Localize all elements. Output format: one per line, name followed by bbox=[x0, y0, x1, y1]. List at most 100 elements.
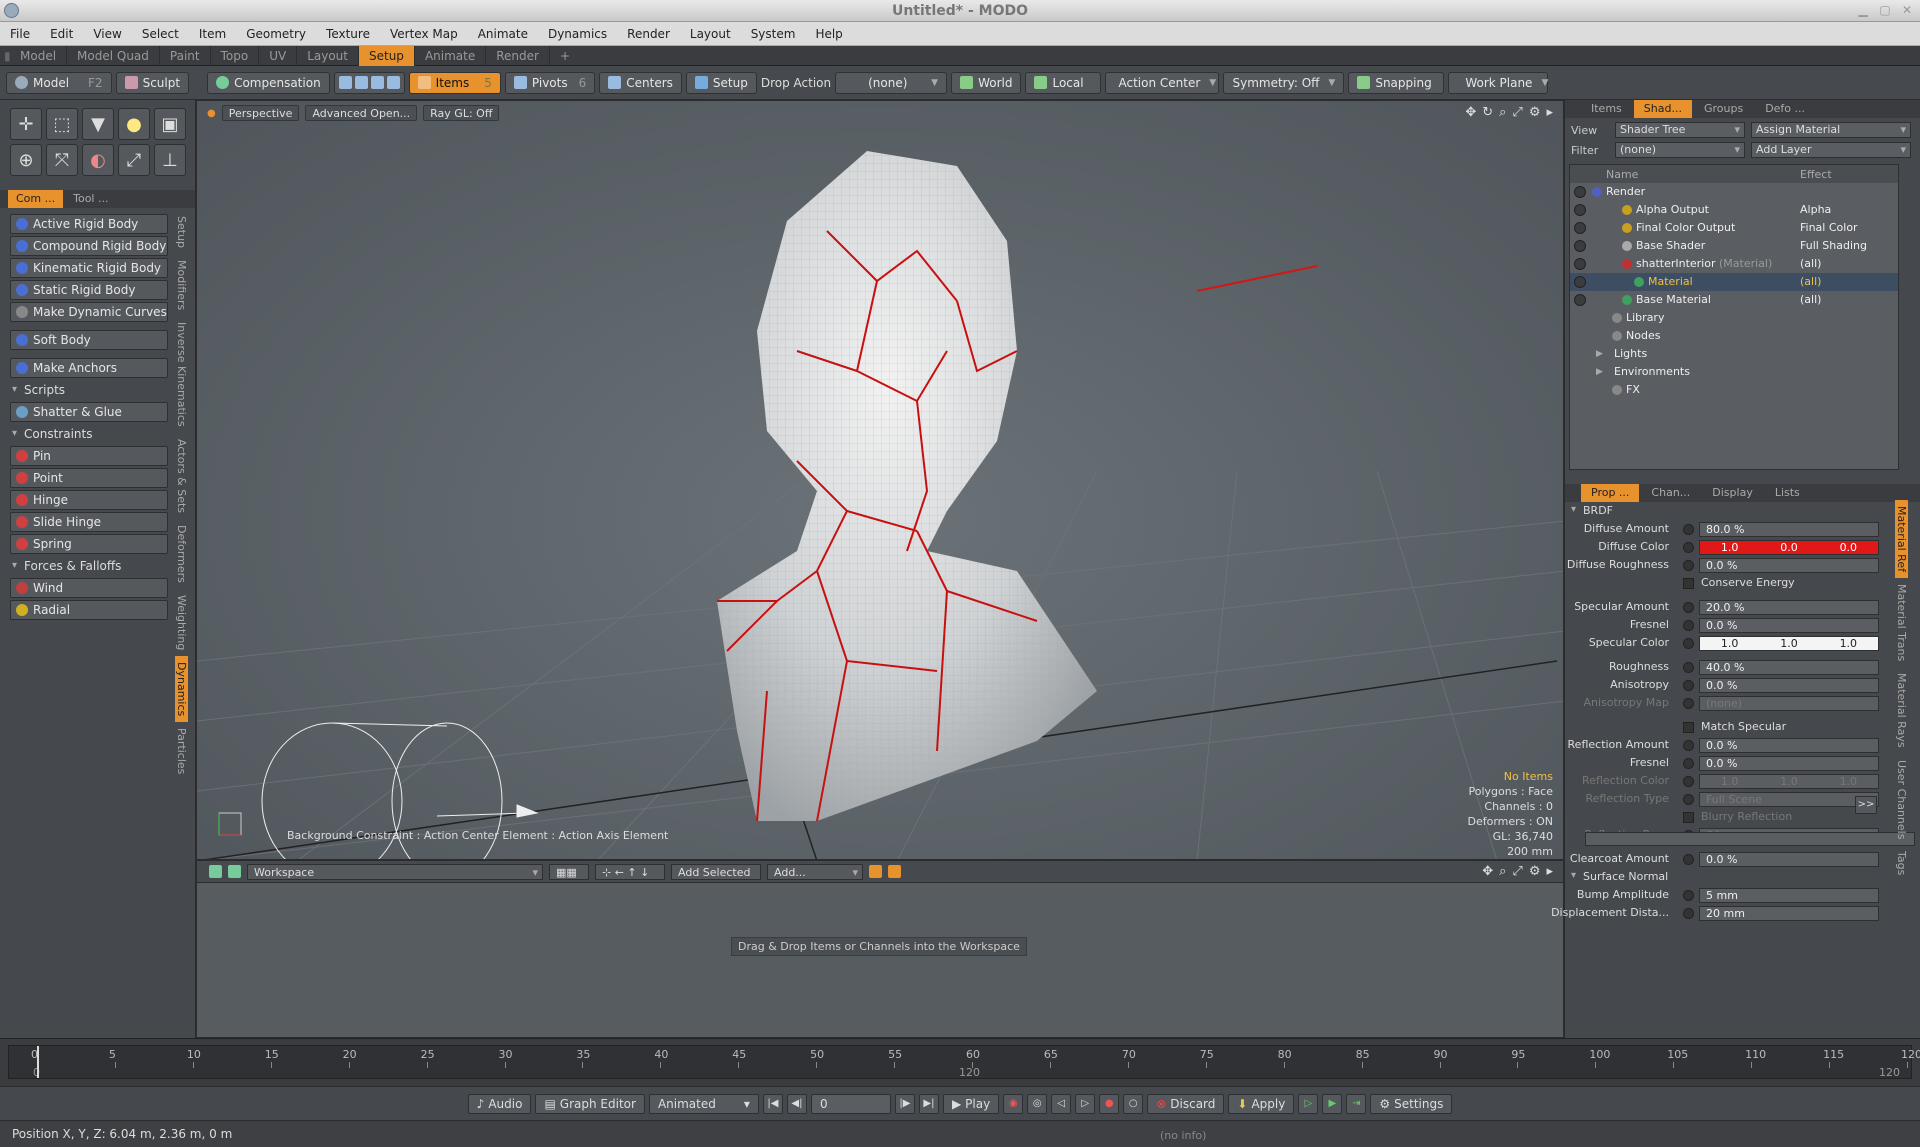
shader-tree-item[interactable]: Final Color Output Final Color bbox=[1570, 219, 1898, 237]
menu-item[interactable]: Item bbox=[189, 22, 236, 46]
animate-toggle-icon[interactable] bbox=[1683, 758, 1694, 769]
animate-toggle-icon[interactable] bbox=[1683, 776, 1694, 787]
apply-button[interactable]: ⬇ Apply bbox=[1228, 1093, 1295, 1114]
prev-key-icon[interactable]: ◀| bbox=[786, 1093, 807, 1114]
prop-value-field[interactable]: 5 mm bbox=[1699, 888, 1879, 903]
polygons-mode-icon[interactable] bbox=[370, 76, 384, 89]
vtab-deformers[interactable]: Deformers bbox=[175, 519, 188, 589]
kinematic-rigid-body-button[interactable]: Kinematic Rigid Body bbox=[10, 258, 168, 278]
next-key-icon[interactable]: |▶ bbox=[894, 1093, 915, 1114]
spotlight-icon[interactable]: ▼ bbox=[82, 108, 114, 140]
key-remove-icon[interactable]: ○ bbox=[1123, 1093, 1144, 1114]
checkbox[interactable] bbox=[1683, 722, 1694, 733]
tab-items[interactable]: Items bbox=[1581, 100, 1632, 118]
go-start-icon[interactable]: |◀ bbox=[762, 1093, 783, 1114]
human-bust-mesh[interactable] bbox=[617, 131, 1117, 821]
locator-icon[interactable]: ⊕ bbox=[10, 144, 42, 176]
timeline-ruler[interactable]: 0 5 10 15 20 25 30 35 40 45 50 55 60 65 70 75 80 85 90 95 10… bbox=[8, 1045, 1920, 1079]
shader-tree-item[interactable]: ▶ Environments bbox=[1570, 363, 1898, 381]
workspace-select[interactable]: Workspace ▾ bbox=[247, 863, 543, 880]
animate-toggle-icon[interactable] bbox=[1683, 908, 1694, 919]
visibility-eye-icon[interactable] bbox=[1574, 222, 1586, 234]
menu-render[interactable]: Render bbox=[617, 22, 680, 46]
menu-layout[interactable]: Layout bbox=[680, 22, 741, 46]
setup-button[interactable]: Setup bbox=[685, 71, 757, 94]
vtab-material-rays[interactable]: Material Rays bbox=[1895, 667, 1908, 754]
snapping-button[interactable]: Snapping bbox=[1348, 71, 1445, 94]
color-field[interactable]: 1.0 0.0 0.0 bbox=[1699, 540, 1879, 555]
prop-value-field[interactable]: 80.0 % bbox=[1699, 522, 1879, 537]
point-button[interactable]: Point bbox=[10, 468, 168, 488]
menu-select[interactable]: Select bbox=[132, 22, 189, 46]
audio-button[interactable]: ♪ Audio bbox=[467, 1093, 532, 1114]
layout-tab-model-quad[interactable]: Model Quad bbox=[67, 45, 160, 66]
keyframe-icon[interactable] bbox=[888, 865, 901, 878]
visibility-eye-icon[interactable] bbox=[1574, 186, 1586, 198]
add-layout-tab-button[interactable]: + bbox=[550, 46, 580, 66]
play-loop-icon[interactable]: ▶ bbox=[1322, 1093, 1343, 1114]
compensation-button[interactable]: Compensation bbox=[207, 71, 330, 94]
prop-value-field[interactable]: 0.0 % bbox=[1699, 738, 1879, 753]
pivot-tool-icon[interactable]: ⊥ bbox=[154, 144, 186, 176]
make-dynamic-curves-button[interactable]: Make Dynamic Curves bbox=[10, 302, 168, 322]
checkbox[interactable] bbox=[1683, 578, 1694, 589]
3d-viewport[interactable]: ● Perspective Advanced Open... Ray GL: O… bbox=[196, 100, 1564, 860]
spring-button[interactable]: Spring bbox=[10, 534, 168, 554]
arrange-icons[interactable]: ⊹ ← ↑ ↓ bbox=[595, 863, 665, 880]
shader-tree-item[interactable]: ▶ Lights bbox=[1570, 345, 1898, 363]
refresh-icon[interactable] bbox=[228, 865, 241, 878]
prop-value-field[interactable]: 20 mm bbox=[1699, 906, 1879, 921]
static-rigid-body-button[interactable]: Static Rigid Body bbox=[10, 280, 168, 300]
add-selected-button[interactable]: Add Selected bbox=[671, 863, 761, 880]
prop-tab-channels[interactable]: Chan... bbox=[1641, 484, 1700, 502]
grid-view-icon[interactable]: ▦▦ bbox=[549, 863, 589, 880]
menu-view[interactable]: View bbox=[83, 22, 131, 46]
edges-mode-icon[interactable] bbox=[354, 76, 368, 89]
vtab-particles[interactable]: Particles bbox=[175, 722, 188, 780]
vtab-material-trans[interactable]: Material Trans bbox=[1895, 578, 1908, 667]
layout-tab-topo[interactable]: Topo bbox=[211, 45, 260, 66]
vtab-inverse-kinematics[interactable]: Inverse Kinematics bbox=[175, 316, 188, 433]
materials-mode-icon[interactable] bbox=[386, 76, 400, 89]
sculpt-button[interactable]: Sculpt bbox=[115, 71, 190, 94]
play-forward-icon[interactable]: ▷ bbox=[1298, 1093, 1319, 1114]
animate-toggle-icon[interactable] bbox=[1683, 638, 1694, 649]
model-button[interactable]: Model F2 bbox=[6, 71, 112, 94]
animate-toggle-icon[interactable] bbox=[1683, 602, 1694, 613]
menu-dynamics[interactable]: Dynamics bbox=[538, 22, 617, 46]
prop-tab-display[interactable]: Display bbox=[1702, 484, 1763, 502]
prop-section[interactable]: BRDF bbox=[1569, 504, 1919, 520]
go-end-icon[interactable]: ▶| bbox=[918, 1093, 939, 1114]
prop-value-field[interactable]: 0.0 % bbox=[1699, 558, 1879, 573]
maximize-icon[interactable]: ▢ bbox=[1876, 2, 1894, 18]
make-anchors-button[interactable]: Make Anchors bbox=[10, 358, 168, 378]
command-input[interactable] bbox=[1585, 832, 1915, 846]
menu-system[interactable]: System bbox=[741, 22, 806, 46]
shader-tree-item[interactable]: Library bbox=[1570, 309, 1898, 327]
expand-arrow-icon[interactable]: ▶ bbox=[1596, 363, 1603, 381]
shader-tree-item[interactable]: shatterInterior (Material) (all) bbox=[1570, 255, 1898, 273]
scale-tool-icon[interactable]: ⤢ bbox=[118, 144, 150, 176]
gear-icon[interactable]: ⚙ bbox=[1529, 864, 1541, 879]
pin-button[interactable]: Pin bbox=[10, 446, 168, 466]
vtab-dynamics[interactable]: Dynamics bbox=[175, 656, 188, 723]
key-next-icon[interactable]: ▷ bbox=[1075, 1093, 1096, 1114]
animate-toggle-icon[interactable] bbox=[1683, 794, 1694, 805]
layout-tab-animate[interactable]: Animate bbox=[415, 45, 487, 66]
vtab-tags[interactable]: Tags bbox=[1895, 845, 1908, 881]
camera-icon[interactable]: ▣ bbox=[154, 108, 186, 140]
pivots-mode-button[interactable]: Pivots 6 bbox=[504, 71, 596, 94]
menu-file[interactable]: File bbox=[0, 22, 40, 46]
tab-groups[interactable]: Groups bbox=[1694, 100, 1753, 118]
prop-value-field[interactable]: 40.0 % bbox=[1699, 660, 1879, 675]
menu-vertex-map[interactable]: Vertex Map bbox=[380, 22, 468, 46]
layout-tab-uv[interactable]: UV bbox=[259, 45, 298, 66]
visibility-eye-icon[interactable] bbox=[1574, 294, 1586, 306]
shader-tree-item[interactable]: Base Material (all) bbox=[1570, 291, 1898, 309]
prop-value-field[interactable]: 20.0 % bbox=[1699, 600, 1879, 615]
animate-toggle-icon[interactable] bbox=[1683, 620, 1694, 631]
cube-tool-icon[interactable]: ⬚ bbox=[46, 108, 78, 140]
shader-tree-item[interactable]: Material (all) bbox=[1570, 273, 1898, 291]
color-field[interactable]: 1.0 1.0 1.0 bbox=[1699, 636, 1879, 651]
menu-arrow-icon[interactable]: ▸ bbox=[1546, 864, 1553, 879]
